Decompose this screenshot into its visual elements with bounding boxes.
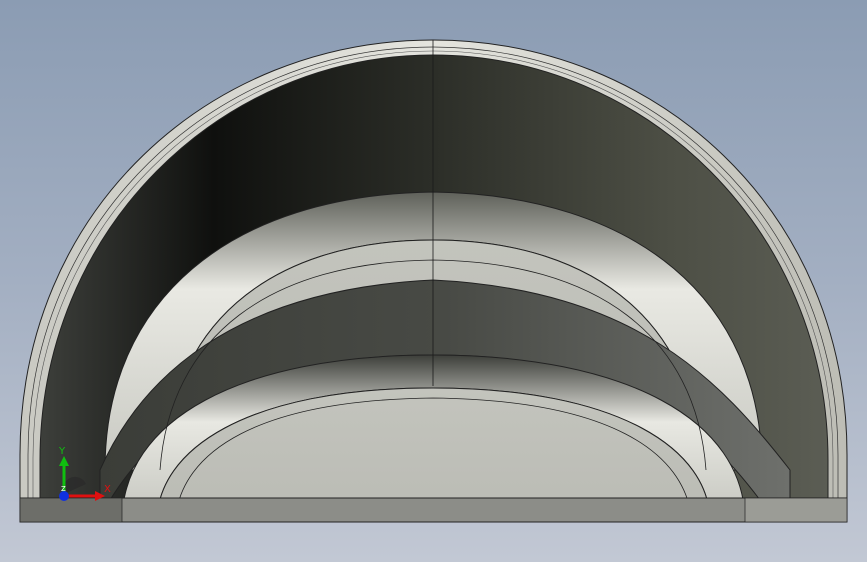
triad-z-label: Z (61, 485, 66, 493)
cad-viewport[interactable]: Y X Z (0, 0, 867, 562)
triad-y-label: Y (58, 446, 66, 457)
model-render[interactable] (0, 0, 867, 562)
base-strip (19, 497, 848, 523)
triad-y-arrow-icon (59, 456, 69, 466)
triad-x-label: X (104, 484, 111, 495)
coordinate-triad: Y X Z (58, 446, 111, 501)
